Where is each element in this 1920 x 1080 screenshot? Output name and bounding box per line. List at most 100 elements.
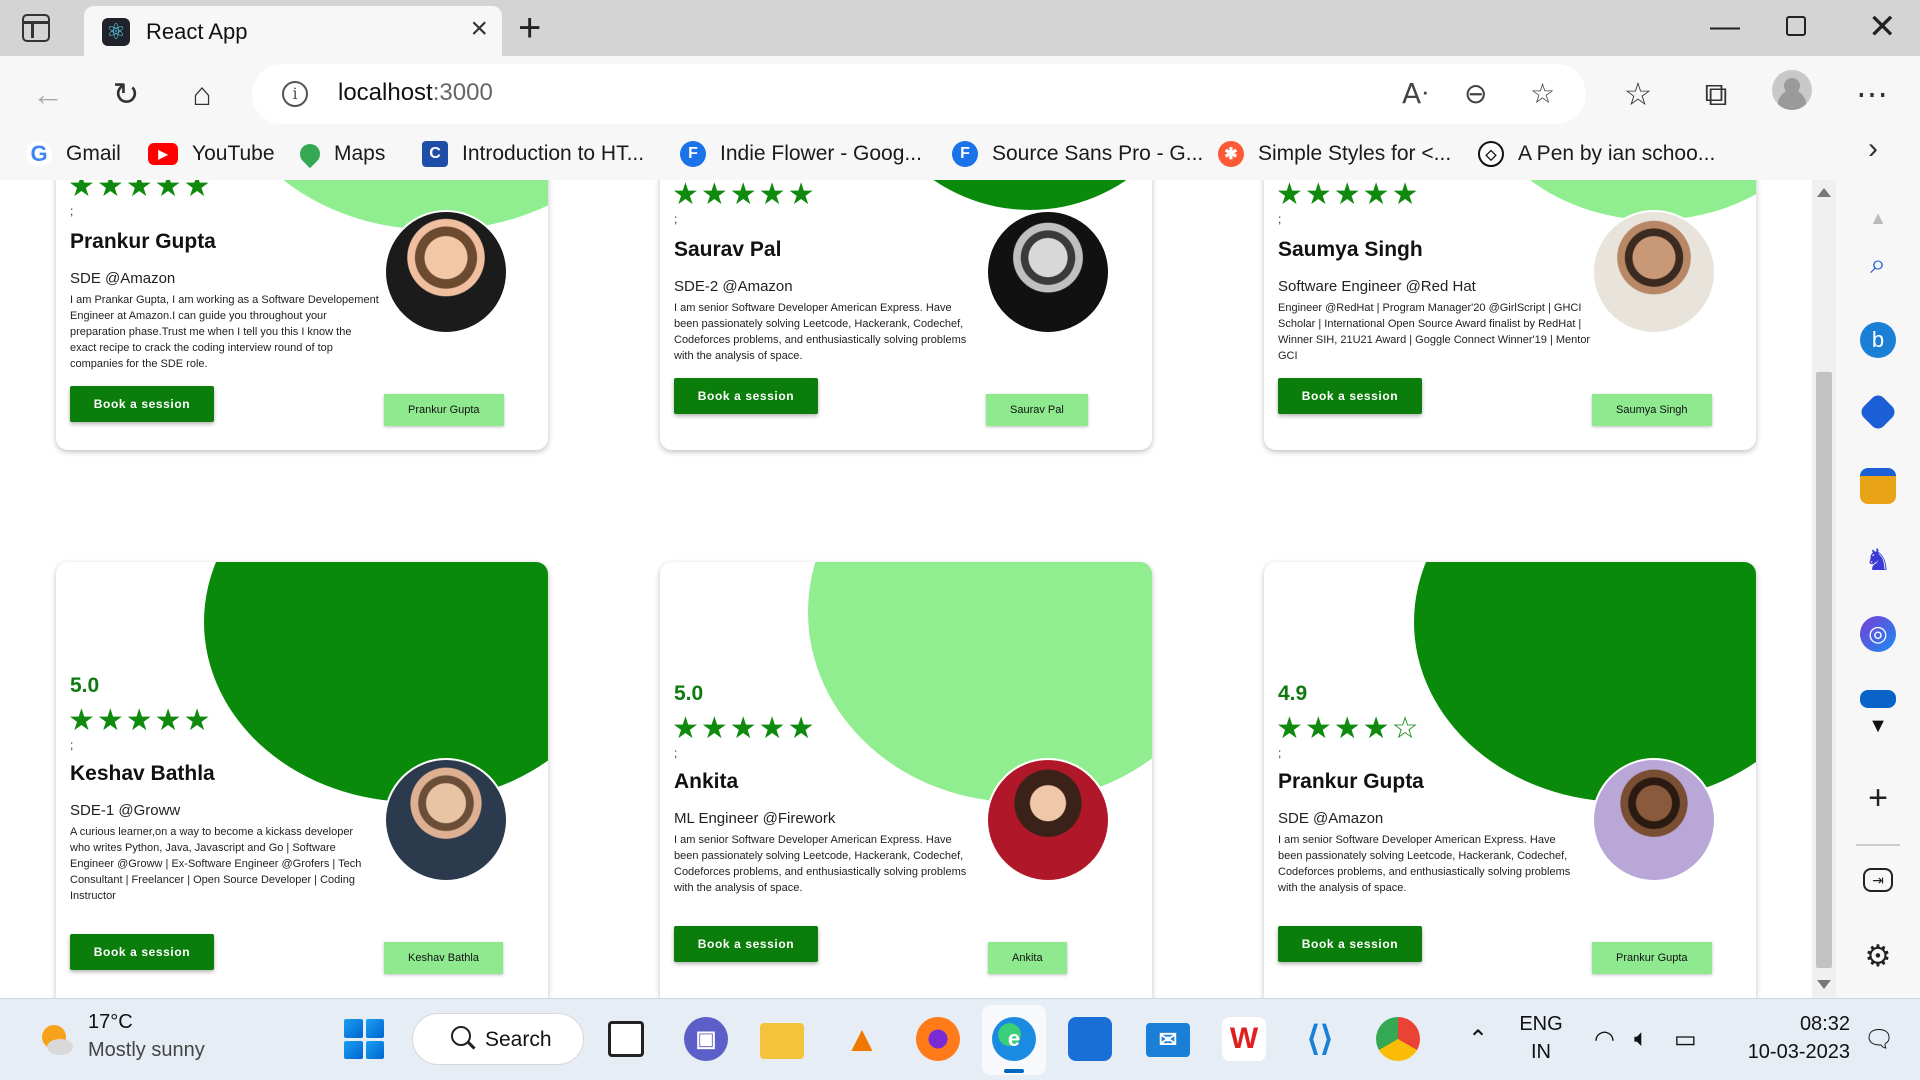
mentor-role: SDE @Amazon bbox=[70, 270, 176, 287]
mentor-role: SDE-2 @Amazon bbox=[674, 278, 793, 295]
settings-gear-icon[interactable]: ⚙ bbox=[1860, 938, 1896, 974]
sidebar-scroll-down-icon[interactable]: ▼ bbox=[1860, 708, 1896, 744]
volume-icon[interactable]: 🔈︎ bbox=[1634, 1025, 1648, 1053]
hide-sidebar-icon[interactable]: ⇥ bbox=[1863, 868, 1893, 892]
star-rating-icon: ★★★★★ bbox=[1276, 180, 1421, 211]
bookmark-label: A Pen by ian schoo... bbox=[1518, 142, 1716, 165]
region-code[interactable]: IN bbox=[1516, 1041, 1566, 1064]
scroll-down-arrow-icon[interactable] bbox=[1817, 980, 1831, 989]
rating-score: 5.0 bbox=[70, 674, 100, 697]
mentor-card: ★★★★★ ; Saurav Pal SDE-2 @Amazon I am se… bbox=[660, 180, 1152, 450]
microsoft-365-icon[interactable]: ◎ bbox=[1860, 616, 1896, 652]
chrome-icon[interactable] bbox=[1376, 1017, 1420, 1061]
minimize-icon[interactable]: — bbox=[1710, 10, 1740, 44]
vlc-icon[interactable]: ▲ bbox=[840, 1017, 884, 1061]
search-icon bbox=[451, 1026, 471, 1046]
collections-icon[interactable]: ⧉ bbox=[1696, 74, 1736, 114]
wps-office-icon[interactable]: W bbox=[1222, 1017, 1266, 1061]
book-session-button[interactable]: Book a session bbox=[70, 386, 214, 422]
zoom-out-icon[interactable]: ⊖ bbox=[1464, 76, 1487, 112]
clock-time[interactable]: 08:32 bbox=[1740, 1013, 1850, 1036]
edge-icon[interactable]: e bbox=[992, 1017, 1036, 1061]
shopping-tag-icon[interactable] bbox=[1858, 392, 1898, 432]
sidebar-scroll-up-icon[interactable]: ▲ bbox=[1860, 200, 1896, 236]
bookmarks-bar: G Gmail ▶ YouTube Maps C Introduction to… bbox=[0, 128, 1920, 180]
scroll-up-arrow-icon[interactable] bbox=[1817, 188, 1831, 197]
outlook-icon[interactable] bbox=[1860, 690, 1896, 708]
bookmark-maps[interactable]: Maps bbox=[295, 136, 385, 172]
tools-icon[interactable] bbox=[1860, 468, 1896, 504]
task-view-icon[interactable] bbox=[608, 1021, 644, 1057]
mentor-name: Saumya Singh bbox=[1278, 238, 1423, 261]
chevron-right-icon[interactable]: › bbox=[1868, 132, 1878, 166]
mentor-role: Software Engineer @Red Hat bbox=[1278, 278, 1476, 295]
bookmark-simple-styles[interactable]: ✱ Simple Styles for <... bbox=[1218, 136, 1451, 172]
url-text[interactable]: localhost:3000 bbox=[338, 79, 493, 107]
games-icon[interactable]: ♞ bbox=[1860, 542, 1896, 578]
mentor-role: SDE @Amazon bbox=[1278, 810, 1384, 827]
clock-date[interactable]: 10-03-2023 bbox=[1716, 1041, 1850, 1064]
profile-avatar[interactable] bbox=[1772, 70, 1812, 110]
bookmark-youtube[interactable]: ▶ YouTube bbox=[148, 136, 275, 172]
bing-chat-icon[interactable]: b bbox=[1860, 322, 1896, 358]
mentor-name-tag[interactable]: Ankita bbox=[988, 942, 1067, 974]
tab-react-app[interactable]: ⚛ React App × bbox=[84, 6, 502, 56]
bookmark-gmail[interactable]: G Gmail bbox=[26, 136, 121, 172]
mentor-name-tag[interactable]: Saumya Singh bbox=[1592, 394, 1712, 426]
add-sidebar-app-icon[interactable]: + bbox=[1860, 779, 1896, 817]
mentor-card: 4.9 ★★★★☆ ; Prankur Gupta SDE @Amazon I … bbox=[1264, 562, 1756, 998]
wifi-icon[interactable]: ◠ bbox=[1594, 1025, 1615, 1054]
windows-start-icon[interactable] bbox=[344, 1019, 384, 1059]
weather-sun-cloud-icon[interactable] bbox=[36, 1019, 76, 1059]
bookmark-codepen[interactable]: ◇ A Pen by ian schoo... bbox=[1478, 136, 1715, 172]
site-info-icon[interactable]: i bbox=[282, 81, 308, 107]
mentor-name-tag[interactable]: Saurav Pal bbox=[986, 394, 1088, 426]
read-aloud-icon[interactable]: Aᐧ bbox=[1402, 76, 1428, 112]
firefox-icon[interactable] bbox=[916, 1017, 960, 1061]
mail-icon[interactable]: ✉ bbox=[1146, 1023, 1190, 1057]
google-icon: G bbox=[26, 141, 52, 167]
battery-icon[interactable]: ▭ bbox=[1674, 1025, 1697, 1054]
mentor-bio: I am Prankar Gupta, I am working as a So… bbox=[70, 294, 379, 370]
add-favorite-icon[interactable]: ☆ bbox=[1530, 76, 1555, 112]
page-scrollbar[interactable] bbox=[1812, 180, 1836, 998]
bookmark-source-sans[interactable]: F Source Sans Pro - G... bbox=[952, 136, 1203, 172]
new-tab-icon[interactable]: + bbox=[518, 8, 541, 48]
mentor-bio: I am senior Software Developer American … bbox=[674, 302, 967, 362]
back-arrow-icon[interactable]: ← bbox=[28, 74, 68, 114]
bookmark-intro-html[interactable]: C Introduction to HT... bbox=[422, 136, 644, 172]
bookmark-indie-flower[interactable]: F Indie Flower - Goog... bbox=[680, 136, 922, 172]
search-icon[interactable]: ⌕ bbox=[1860, 246, 1896, 282]
page-viewport: ★★★★★ ; Prankur Gupta SDE @Amazon I am P… bbox=[0, 180, 1812, 998]
mentor-name-tag[interactable]: Prankur Gupta bbox=[1592, 942, 1712, 974]
language-code[interactable]: ENG bbox=[1516, 1013, 1566, 1036]
favorites-icon[interactable]: ☆ bbox=[1618, 74, 1658, 114]
reload-icon[interactable]: ↻ bbox=[106, 74, 146, 114]
microsoft-store-icon[interactable] bbox=[1068, 1017, 1112, 1061]
file-explorer-icon[interactable] bbox=[760, 1023, 804, 1059]
teams-chat-icon[interactable]: ▣ bbox=[684, 1017, 728, 1061]
taskbar-search[interactable]: Search bbox=[412, 1013, 584, 1065]
home-icon[interactable]: ⌂ bbox=[182, 74, 222, 114]
book-session-button[interactable]: Book a session bbox=[1278, 378, 1422, 414]
book-session-button[interactable]: Book a session bbox=[1278, 926, 1422, 962]
mentor-card: ★★★★★ ; Saumya Singh Software Engineer @… bbox=[1264, 180, 1756, 450]
notifications-icon[interactable]: 🗨︎ bbox=[1864, 1025, 1894, 1054]
close-tab-icon[interactable]: × bbox=[470, 14, 488, 44]
book-session-button[interactable]: Book a session bbox=[674, 926, 818, 962]
search-label: Search bbox=[485, 1028, 552, 1051]
avatar-woman-red-sweater bbox=[986, 758, 1110, 882]
tab-actions-icon[interactable] bbox=[22, 14, 50, 42]
window-close-icon[interactable]: ✕ bbox=[1868, 10, 1897, 44]
card-blob bbox=[860, 180, 1152, 210]
book-session-button[interactable]: Book a session bbox=[674, 378, 818, 414]
mentor-name-tag[interactable]: Prankur Gupta bbox=[384, 394, 504, 426]
chevron-up-icon[interactable]: ⌃ bbox=[1468, 1025, 1488, 1054]
more-menu-icon[interactable]: ⋯ bbox=[1852, 74, 1892, 114]
book-session-button[interactable]: Book a session bbox=[70, 934, 214, 970]
maximize-icon[interactable] bbox=[1786, 16, 1806, 36]
vscode-icon[interactable]: ⟨⟩ bbox=[1298, 1017, 1342, 1061]
address-bar[interactable]: i localhost:3000 Aᐧ ⊖ ☆ bbox=[252, 64, 1586, 124]
scrollbar-thumb[interactable] bbox=[1816, 372, 1832, 968]
mentor-name-tag[interactable]: Keshav Bathla bbox=[384, 942, 503, 974]
